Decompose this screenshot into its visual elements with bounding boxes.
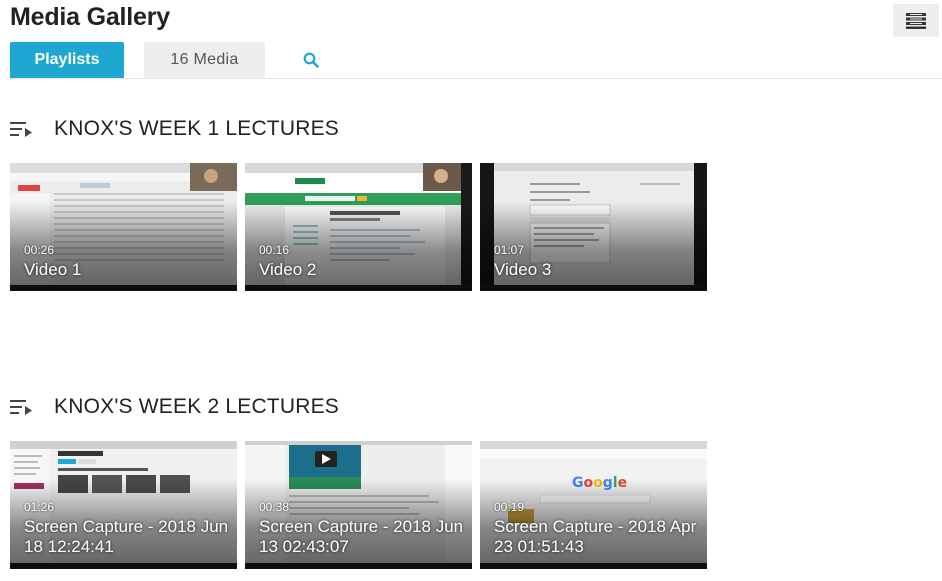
video-duration: 00:38 xyxy=(259,500,290,514)
video-title: Screen Capture - 2018 Jun 18 12:24:41 xyxy=(24,517,229,556)
video-title: Video 2 xyxy=(259,260,317,279)
playlist-title: KNOX'S WEEK 1 LECTURES xyxy=(54,117,339,140)
search-button[interactable] xyxy=(291,42,331,78)
playlist-header-week1[interactable]: KNOX'S WEEK 1 LECTURES xyxy=(10,117,339,141)
playlist-row-week2: 01:26 Screen Capture - 2018 Jun 18 12:24… xyxy=(10,441,715,569)
video-card[interactable]: Google 00:19 Screen Capture - 2018 Apr 2… xyxy=(480,441,707,569)
view-menu-button[interactable] xyxy=(893,4,939,37)
video-duration: 00:26 xyxy=(24,243,55,257)
playlist-icon xyxy=(10,400,32,415)
video-duration: 00:19 xyxy=(494,500,525,514)
video-card[interactable]: 00:26 Video 1 xyxy=(10,163,237,291)
playlist-title: KNOX'S WEEK 2 LECTURES xyxy=(54,395,339,418)
video-card[interactable]: 00:16 Video 2 xyxy=(245,163,472,291)
gallery-tabs: Playlists 16 Media xyxy=(10,42,331,78)
video-title: Screen Capture - 2018 Jun 13 02:43:07 xyxy=(259,517,464,556)
video-title: Screen Capture - 2018 Apr 23 01:51:43 xyxy=(494,517,697,556)
video-duration: 01:26 xyxy=(24,500,55,514)
page-title: Media Gallery xyxy=(10,3,170,31)
video-title: Video 3 xyxy=(494,260,552,279)
playlist-row-week1: 00:26 Video 1 00:16 Video 2 01:07 Video … xyxy=(10,163,715,291)
search-icon xyxy=(303,52,319,68)
playlist-header-week2[interactable]: KNOX'S WEEK 2 LECTURES xyxy=(10,395,339,419)
video-card[interactable]: 00:38 Screen Capture - 2018 Jun 13 02:43… xyxy=(245,441,472,569)
video-card[interactable]: 01:26 Screen Capture - 2018 Jun 18 12:24… xyxy=(10,441,237,569)
tab-media[interactable]: 16 Media xyxy=(144,42,265,78)
video-duration: 00:16 xyxy=(259,243,290,257)
tabs-divider xyxy=(10,78,942,79)
video-title: Video 1 xyxy=(24,260,82,279)
tab-playlists[interactable]: Playlists xyxy=(10,42,124,78)
video-duration: 01:07 xyxy=(494,243,525,257)
playlist-icon xyxy=(10,122,32,137)
hamburger-list-icon xyxy=(906,12,926,29)
video-card[interactable]: 01:07 Video 3 xyxy=(480,163,707,291)
